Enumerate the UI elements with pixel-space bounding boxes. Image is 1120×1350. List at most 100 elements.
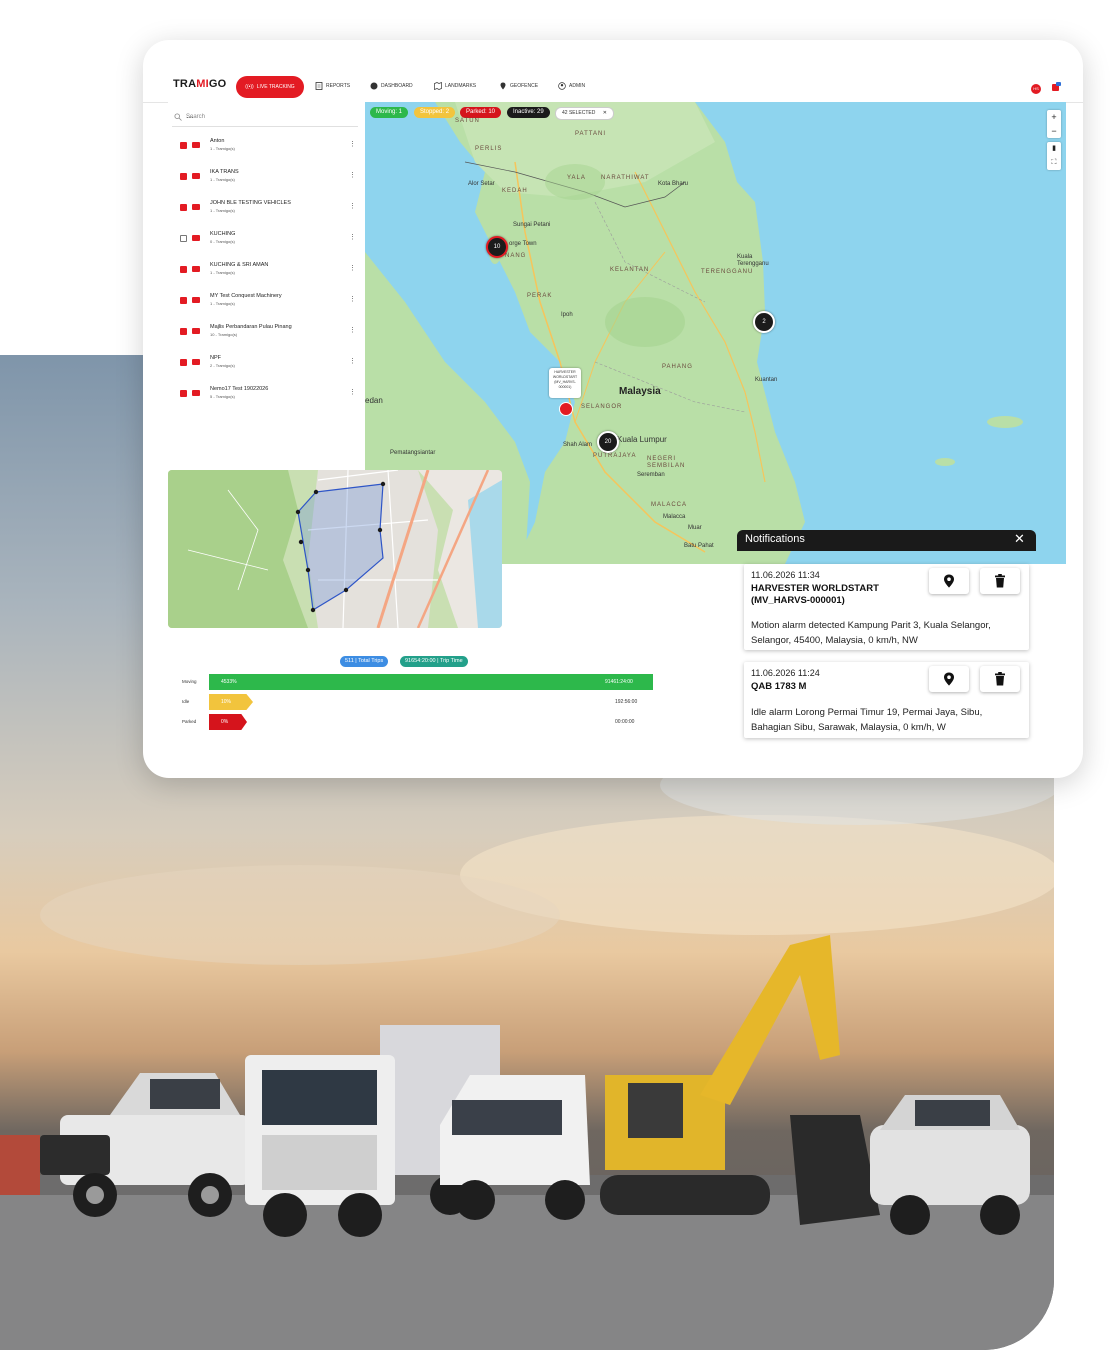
map-label-negeri-sembilan: NEGERI SEMBILAN — [647, 456, 686, 469]
group-count: 5 - Tramigo(s) — [210, 394, 235, 399]
vehicle-group-sidebar: Search ⋯ Anton 1 - Tramigo(s) ⋮ IKA TRANS 1 … — [168, 102, 365, 472]
selected-chip[interactable]: 42 SELECTED ✕ — [555, 107, 614, 120]
trip-statistics: 511 | Total Trips 91654:20:00 | Trip Tim… — [168, 650, 658, 740]
group-checkbox[interactable] — [180, 173, 187, 180]
vehicle-marker[interactable] — [559, 402, 573, 416]
folder-icon — [192, 266, 200, 272]
group-checkbox[interactable] — [180, 235, 187, 242]
group-checkbox[interactable] — [180, 266, 187, 273]
nav-admin[interactable]: ADMIN — [558, 82, 585, 90]
notification-vehicle: HARVESTER WORLDSTART (MV_HARVS-000001) — [751, 583, 879, 606]
group-count: 1 - Tramigo(s) — [210, 146, 235, 151]
map-label-satun: SATUN — [455, 118, 480, 124]
map-label-pattani: PATTANI — [575, 131, 606, 137]
notification-card[interactable]: 11.06.2026 11:24 QAB 1783 M Idle alarm Lor… — [744, 662, 1029, 738]
group-item[interactable]: KUCHING & SRI AMAN 1 - Tramigo(s) ⋮ — [180, 258, 356, 282]
group-item[interactable]: Majlis Perbandaran Pulau Pinang 10 - Tram… — [180, 320, 356, 344]
vehicle-cluster-penang[interactable]: 10 — [486, 236, 508, 258]
map-label-pematangsiantar: Pematangsiantar — [390, 450, 436, 456]
status-chip-inactive[interactable]: Inactive: 29 — [507, 107, 550, 118]
map-label-narathiwat: NARATHIWAT — [601, 175, 650, 181]
notifications-panel: Notifications ✕ 11.06.2026 11:34 HARVESTE… — [737, 530, 1036, 750]
group-menu-icon[interactable]: ⋮ — [349, 264, 356, 272]
status-chip-parked[interactable]: Parked: 10 — [460, 107, 502, 118]
folder-icon — [192, 204, 200, 210]
map-label-malacca: MALACCA — [651, 502, 688, 508]
map-label-yala: YALA — [567, 175, 586, 181]
group-checkbox[interactable] — [180, 142, 187, 149]
nav-landmarks[interactable]: LANDMARKS — [434, 82, 476, 90]
group-checkbox[interactable] — [180, 297, 187, 304]
group-menu-icon[interactable]: ⋮ — [349, 233, 356, 241]
group-menu-icon[interactable]: ⋮ — [349, 357, 356, 365]
group-menu-icon[interactable]: ⋮ — [349, 171, 356, 179]
trip-time-badge: 91654:20:00 | Trip Time — [400, 656, 468, 667]
delete-button[interactable] — [980, 666, 1020, 692]
geofence-canvas — [168, 470, 502, 628]
delete-button[interactable] — [980, 568, 1020, 594]
location-pin-icon — [500, 82, 506, 90]
group-menu-icon[interactable]: ⋮ — [349, 295, 356, 303]
zoom-out-button[interactable]: − — [1047, 124, 1061, 138]
map-label-kuala-lumpur: Kuala Lumpur — [617, 435, 667, 444]
group-count: 1 - Tramigo(s) — [210, 270, 235, 275]
nav-live-tracking[interactable]: ((•)) LIVE TRACKING — [236, 76, 304, 98]
fullscreen-icon[interactable]: ⛶ — [1047, 156, 1061, 170]
group-menu-icon[interactable]: ⋮ — [349, 326, 356, 334]
notification-bell-icon[interactable] — [1051, 82, 1061, 92]
user-avatar[interactable]: HS — [1031, 84, 1041, 94]
more-options-icon[interactable]: ⋯ — [186, 113, 354, 122]
group-item[interactable]: Anton 1 - Tramigo(s) ⋮ — [180, 134, 356, 158]
group-menu-icon[interactable]: ⋮ — [349, 202, 356, 210]
nav-geofence[interactable]: GEOFENCE — [499, 82, 538, 90]
traffic-light-icon[interactable]: ▮ — [1047, 142, 1061, 156]
notification-message: Idle alarm Lorong Permai Timur 19, Perma… — [751, 707, 983, 733]
nav-reports[interactable]: REPORTS — [315, 82, 350, 90]
notification-card[interactable]: 11.06.2026 11:34 HARVESTER WORLDSTART (MV… — [744, 564, 1029, 650]
map-label-muar: Muar — [688, 525, 702, 531]
locate-button[interactable] — [929, 666, 969, 692]
trip-row-moving: Moving 4533% 91461:24:00 — [168, 674, 658, 690]
close-icon[interactable]: ✕ — [603, 110, 607, 116]
map-label-terengganu: TERENGGANU — [701, 269, 754, 275]
group-item[interactable]: MY Test Conquest Machinery 1 - Tramigo(s)… — [180, 289, 356, 313]
close-notifications-icon[interactable]: ✕ — [1014, 531, 1025, 547]
group-item[interactable]: KUCHING 0 - Tramigo(s) ⋮ — [180, 227, 356, 251]
group-menu-icon[interactable]: ⋮ — [349, 140, 356, 148]
group-checkbox[interactable] — [180, 204, 187, 211]
map-label-malaysia: Malaysia — [619, 386, 661, 397]
group-checkbox[interactable] — [180, 390, 187, 397]
group-item[interactable]: NPF 2 - Tramigo(s) ⋮ — [180, 351, 356, 375]
geofence-map-preview[interactable] — [168, 470, 502, 628]
vehicle-cluster-terengganu[interactable]: 2 — [753, 311, 775, 333]
folder-icon — [192, 359, 200, 365]
folder-icon — [192, 142, 200, 148]
tramigo-logo[interactable]: TRAMIGO — [173, 78, 226, 90]
group-item[interactable]: JOHN BLE TESTING VEHICLES 1 - Tramigo(s) ⋮ — [180, 196, 356, 220]
group-item[interactable]: Nemo17 Test 19022026 5 - Tramigo(s) ⋮ — [180, 382, 356, 406]
trip-bar: 0% — [209, 714, 247, 730]
group-checkbox[interactable] — [180, 328, 187, 335]
group-item[interactable]: IKA TRANS 1 - Tramigo(s) ⋮ — [180, 165, 356, 189]
group-checkbox[interactable] — [180, 359, 187, 366]
nav-dashboard[interactable]: DASHBOARD — [370, 82, 413, 90]
zoom-in-button[interactable]: + — [1047, 110, 1061, 124]
trip-percent: 10% — [221, 699, 232, 705]
trip-bar: 10% — [209, 694, 253, 710]
group-name: Majlis Perbandaran Pulau Pinang — [210, 324, 292, 330]
group-count: 1 - Tramigo(s) — [210, 208, 235, 213]
search-input[interactable]: Search ⋯ — [172, 110, 358, 127]
trip-percent: 0% — [221, 719, 229, 725]
group-menu-icon[interactable]: ⋮ — [349, 388, 356, 396]
map-label-kuantan: Kuantan — [755, 377, 778, 383]
status-chip-moving[interactable]: Moving: 1 — [370, 107, 409, 118]
group-name: IKA TRANS — [210, 169, 239, 175]
vehicle-cluster-kuala-lumpur[interactable]: 20 — [597, 431, 619, 453]
top-navigation-bar: TRAMIGO ((•)) LIVE TRACKING REPORTS DASH… — [143, 40, 1083, 103]
locate-button[interactable] — [929, 568, 969, 594]
location-pin-icon — [944, 672, 954, 686]
map-icon — [434, 82, 442, 90]
trip-duration: 00:00:00 — [615, 719, 635, 725]
vehicle-popup[interactable]: HARVESTER WORLDSTART (MV_HARVS-000001) — [549, 368, 581, 398]
status-chip-stopped[interactable]: Stopped: 2 — [414, 107, 456, 118]
